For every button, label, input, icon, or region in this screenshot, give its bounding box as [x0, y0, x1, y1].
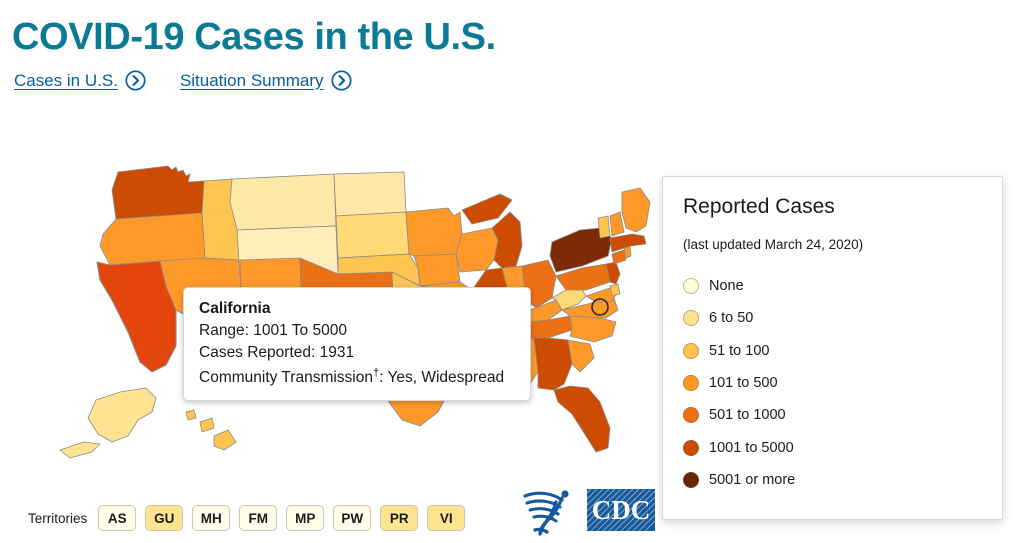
territory-button-pw[interactable]: PW: [333, 505, 372, 531]
legend-last-updated: (last updated March 24, 2020): [683, 237, 864, 252]
territory-button-as[interactable]: AS: [98, 505, 137, 531]
legend-swatch: [683, 375, 699, 392]
map-state-wi[interactable]: [455, 227, 499, 273]
legend-swatch: [683, 310, 699, 327]
tooltip-state-name: California: [199, 300, 271, 317]
legend-item-label: 5001 or more: [709, 471, 796, 488]
state-tooltip: California Range: 1001 To 5000 Cases Rep…: [183, 287, 531, 401]
tooltip-transmission: Community Transmission†: Yes, Widespread: [199, 363, 517, 389]
tooltip-cases: Cases Reported: 1931: [199, 343, 355, 361]
legend-item-label: 51 to 100: [709, 342, 770, 359]
legend-item[interactable]: 101 to 500: [683, 367, 982, 399]
territory-button-pr[interactable]: PR: [380, 505, 419, 531]
legend-swatch: [683, 342, 699, 359]
territory-button-vi[interactable]: VI: [427, 505, 466, 531]
legend-item-label: 6 to 50: [709, 310, 754, 327]
map-state-vt[interactable]: [597, 215, 611, 239]
map-state-hi[interactable]: [185, 409, 197, 421]
map-state-ak[interactable]: [87, 387, 157, 443]
map-state-de[interactable]: [609, 283, 621, 297]
legend-item[interactable]: 5001 or more: [683, 464, 982, 496]
map-state-hi[interactable]: [199, 417, 215, 433]
legend-item[interactable]: None: [683, 270, 982, 302]
chevron-right-circle-icon: [125, 70, 146, 91]
cdc-logo: CDC: [587, 489, 655, 531]
tooltip-transmission-prefix: Community Transmission: [199, 369, 373, 387]
cdc-logo-text: CDC: [592, 495, 651, 525]
legend-item[interactable]: 6 to 50: [683, 302, 982, 334]
legend-item-label: 101 to 500: [709, 375, 778, 392]
page-header: COVID-19 Cases in the U.S. Cases in U.S.…: [12, 14, 496, 91]
hhs-eagle-logo: [523, 490, 569, 536]
map-state-nd[interactable]: [333, 171, 407, 217]
legend-item[interactable]: 1001 to 5000: [683, 431, 982, 463]
map-state-me[interactable]: [621, 187, 651, 233]
map-state-ct[interactable]: [611, 249, 627, 265]
legend-swatch: [683, 471, 699, 488]
territories-label: Territories: [28, 510, 88, 526]
page-title: COVID-19 Cases in the U.S.: [12, 16, 496, 58]
legend-item-label: 1001 to 5000: [709, 439, 794, 456]
legend-item-label: None: [709, 278, 744, 295]
agency-logos: CDC: [518, 482, 655, 538]
tooltip-range: Range: 1001 To 5000: [199, 322, 347, 339]
map-state-hi[interactable]: [213, 429, 237, 451]
map-state-or[interactable]: [99, 212, 206, 266]
legend-title: Reported Cases: [683, 195, 835, 218]
territory-button-mp[interactable]: MP: [286, 505, 325, 531]
link-situation-summary-label: Situation Summary: [179, 70, 324, 90]
territories-bar: Territories AS GU MH FM MP PW PR VI: [28, 505, 466, 531]
legend-swatch: [683, 407, 699, 424]
legend-item-label: 501 to 1000: [709, 407, 786, 424]
map-state-sd[interactable]: [335, 211, 410, 259]
territory-button-gu[interactable]: GU: [145, 505, 184, 531]
link-cases-in-us-label: Cases in U.S.: [14, 70, 118, 90]
legend-swatch: [683, 278, 699, 295]
header-links: Cases in U.S. Situation Summary: [14, 70, 496, 91]
map-state-fl[interactable]: [553, 385, 611, 453]
map-state-nc[interactable]: [569, 315, 617, 343]
map-state-ak[interactable]: [59, 441, 101, 459]
legend-items: None 6 to 50 51 to 100 101 to 500 501 to 100…: [683, 270, 982, 496]
map-state-mt[interactable]: [229, 173, 337, 231]
chevron-right-circle-icon: [331, 70, 352, 91]
covid-map-page: COVID-19 Cases in the U.S. Cases in U.S.…: [0, 0, 1024, 543]
legend-panel: Reported Cases (last updated March 24, 2…: [662, 176, 1003, 520]
territory-button-fm[interactable]: FM: [239, 505, 278, 531]
territory-button-mh[interactable]: MH: [192, 505, 231, 531]
map-state-ga[interactable]: [533, 337, 573, 391]
map-state-nh[interactable]: [609, 211, 625, 237]
map-state-sc[interactable]: [567, 339, 595, 373]
map-state-ia[interactable]: [413, 253, 461, 287]
legend-swatch: [683, 439, 699, 456]
legend-item[interactable]: 501 to 1000: [683, 399, 982, 431]
tooltip-transmission-value: : Yes, Widespread: [379, 369, 505, 387]
link-cases-in-us[interactable]: Cases in U.S.: [14, 70, 146, 91]
link-situation-summary[interactable]: Situation Summary: [180, 70, 352, 91]
map-state-wa[interactable]: [111, 165, 205, 220]
map-state-mn[interactable]: [405, 207, 463, 257]
legend-item[interactable]: 51 to 100: [683, 335, 982, 367]
